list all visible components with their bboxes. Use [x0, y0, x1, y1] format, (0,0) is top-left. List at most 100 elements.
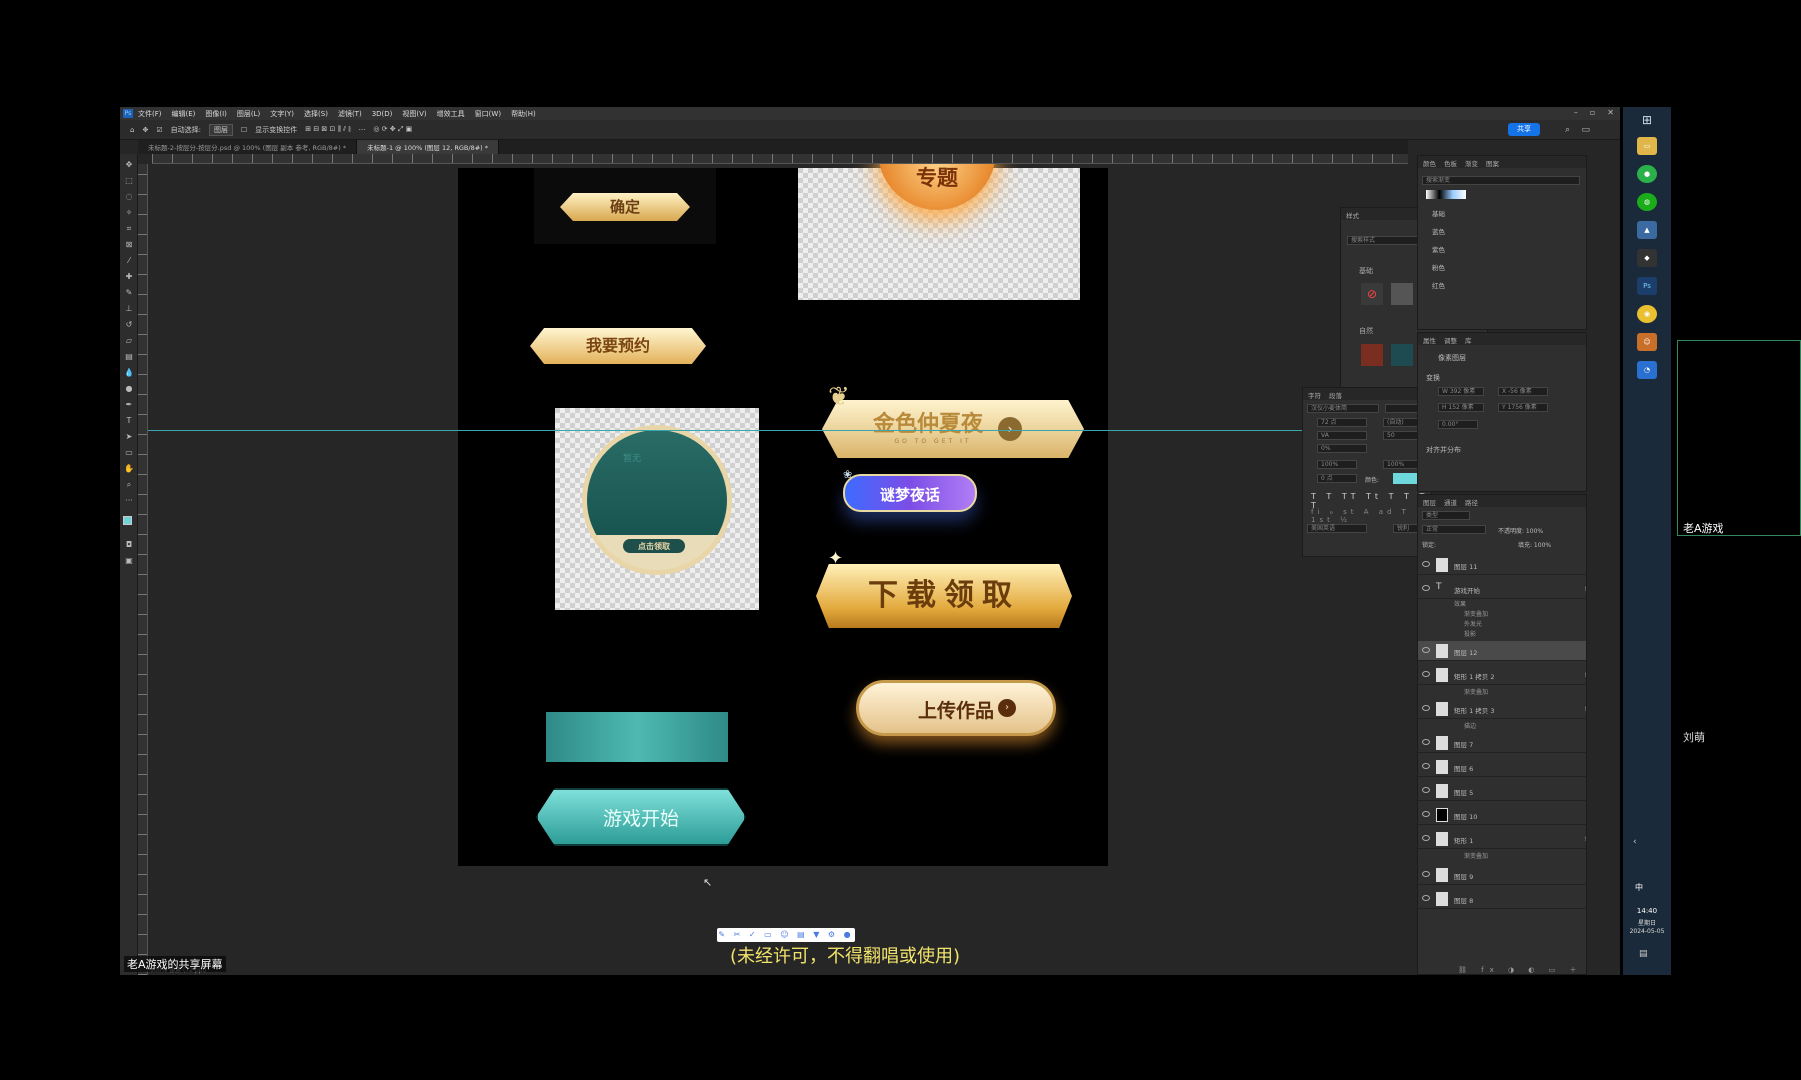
no-style-icon[interactable]: ⊘	[1361, 283, 1383, 305]
screen-mode-icon[interactable]: ▣	[124, 556, 134, 566]
auto-select-checkbox[interactable]: ☑	[156, 126, 162, 134]
ime-indicator[interactable]: 中	[1635, 882, 1643, 893]
eraser-tool-icon[interactable]: ▱	[124, 336, 134, 346]
frame-tool-icon[interactable]: ⊠	[124, 240, 134, 250]
pen-tool-icon[interactable]: ✒	[124, 400, 134, 410]
proportional-input[interactable]: 0%	[1317, 444, 1367, 453]
tab-color[interactable]: 颜色	[1423, 158, 1436, 168]
menu-view[interactable]: 视图(V)	[402, 109, 426, 119]
visibility-eye-icon[interactable]	[1422, 561, 1430, 567]
reserve-button[interactable]: 我要预约	[530, 328, 706, 364]
file-explorer-icon[interactable]: ▭	[1637, 137, 1657, 155]
more-tools-icon[interactable]: ···	[124, 496, 134, 506]
layer-row[interactable]: 矩形 1 拷贝 2fx	[1418, 665, 1586, 685]
layer-row[interactable]: T游戏开始fx	[1418, 579, 1586, 599]
visibility-eye-icon[interactable]	[1422, 763, 1430, 769]
active-app-icon[interactable]: ☺	[1637, 333, 1657, 351]
style-swatch-gray[interactable]	[1391, 283, 1413, 305]
lasso-tool-icon[interactable]: ◌	[124, 192, 134, 202]
visibility-eye-icon[interactable]	[1422, 895, 1430, 901]
crop-tool-icon[interactable]: ⌗	[124, 224, 134, 234]
quick-mask-icon[interactable]: ◘	[124, 540, 134, 550]
visibility-eye-icon[interactable]	[1422, 739, 1430, 745]
path-select-icon[interactable]: ➤	[124, 432, 134, 442]
zoom-tool-icon[interactable]: ⌕	[124, 480, 134, 490]
browser-icon[interactable]: ◉	[1637, 305, 1657, 323]
windows-start-icon[interactable]: ⊞	[1637, 111, 1657, 129]
artboard[interactable]: 确定 专题 我要预约 暂无 点击领取 游戏开始 金色仲夏夜 GO TO GET …	[458, 164, 1108, 866]
tab-layers[interactable]: 图层	[1423, 497, 1436, 507]
photoshop-taskbar-icon[interactable]: Ps	[1637, 277, 1657, 295]
menu-layer[interactable]: 图层(L)	[237, 109, 260, 119]
tab-paragraph[interactable]: 段落	[1329, 390, 1342, 400]
layer-row[interactable]: 矩形 1 拷贝 3fx	[1418, 699, 1586, 719]
app-icon-2[interactable]: ◆	[1637, 249, 1657, 267]
transform-section[interactable]: 变换	[1426, 373, 1440, 383]
layer-row[interactable]: 图层 9	[1418, 865, 1586, 885]
start-game-button[interactable]: 游戏开始	[536, 788, 746, 846]
menu-edit[interactable]: 编辑(E)	[172, 109, 196, 119]
blur-tool-icon[interactable]: 💧	[124, 368, 134, 378]
visibility-eye-icon[interactable]	[1422, 871, 1430, 877]
clock-time[interactable]: 14:40	[1629, 907, 1665, 915]
effect-stroke[interactable]: 描边	[1464, 721, 1476, 730]
visibility-eye-icon[interactable]	[1422, 835, 1430, 841]
marquee-tool-icon[interactable]: ⬚	[124, 176, 134, 186]
more-options-icon[interactable]: ···	[359, 126, 366, 134]
layer-row[interactable]: 图层 6	[1418, 757, 1586, 777]
move-tool-icon[interactable]: ✥	[142, 126, 148, 134]
blend-mode-select[interactable]: 正常	[1422, 525, 1486, 534]
menu-select[interactable]: 选择(S)	[304, 109, 328, 119]
type-tool-icon[interactable]: T	[124, 416, 134, 426]
canvas-area[interactable]: 确定 专题 我要预约 暂无 点击领取 游戏开始 金色仲夏夜 GO TO GET …	[148, 164, 1408, 967]
tab-channels[interactable]: 通道	[1444, 497, 1457, 507]
tab-patterns[interactable]: 图案	[1486, 158, 1499, 168]
align-icons[interactable]: ⊞ ⊟ ⊠ ⊡ ⫼ ⫽ ⫾	[305, 125, 350, 134]
dodge-tool-icon[interactable]: ●	[124, 384, 134, 394]
gold-night-arrow-icon[interactable]: ›	[998, 417, 1022, 441]
app-icon-3[interactable]: ◔	[1637, 361, 1657, 379]
app-icon[interactable]: ▲	[1637, 221, 1657, 239]
angle-input[interactable]: 0.00°	[1438, 420, 1478, 429]
menu-3d[interactable]: 3D(D)	[372, 110, 393, 118]
meeting-toolbar-icons[interactable]: ✎ ✂ ✓ ▭ ☺ ▤ ▼ ⚙ ●	[717, 928, 855, 942]
layer-row[interactable]: 图层 11	[1418, 555, 1586, 575]
visibility-eye-icon[interactable]	[1422, 671, 1430, 677]
baseline-input[interactable]: 0 点	[1317, 474, 1357, 483]
gradient-tool-icon[interactable]: ▤	[124, 352, 134, 362]
height-input[interactable]: H 152 像素	[1438, 403, 1484, 412]
dream-night-button[interactable]: 谜梦夜话	[843, 474, 977, 512]
tab-properties[interactable]: 属性	[1423, 335, 1436, 345]
layer-row-selected[interactable]: 图层 12	[1418, 641, 1586, 661]
styles-group-basic[interactable]: 基础	[1359, 266, 1373, 276]
home-icon[interactable]: ⌂	[130, 126, 134, 134]
folder-basic[interactable]: 基础	[1432, 208, 1445, 218]
opentype-icons[interactable]: fi ℴ st A ad T 1st ½	[1311, 508, 1431, 524]
y-input[interactable]: Y 1756 像素	[1498, 403, 1548, 412]
folder-blue[interactable]: 蓝色	[1432, 226, 1445, 236]
hand-tool-icon[interactable]: ✋	[124, 464, 134, 474]
menu-type[interactable]: 文字(Y)	[270, 109, 294, 119]
menu-image[interactable]: 图像(I)	[205, 109, 227, 119]
language-select[interactable]: 美国英语	[1307, 524, 1367, 533]
fill-input[interactable]: 填充: 100%	[1518, 540, 1551, 549]
folder-red[interactable]: 红色	[1432, 280, 1445, 290]
menu-filter[interactable]: 滤镜(T)	[338, 109, 362, 119]
visibility-eye-icon[interactable]	[1422, 787, 1430, 793]
menu-help[interactable]: 帮助(H)	[511, 109, 536, 119]
layer-select-dropdown[interactable]: 图层	[208, 123, 233, 136]
vertical-scale-input[interactable]: 100%	[1317, 460, 1357, 469]
claim-small-button[interactable]: 点击领取	[623, 539, 685, 553]
layer-row[interactable]: 图层 10	[1418, 805, 1586, 825]
menu-plugins[interactable]: 增效工具	[437, 109, 465, 119]
x-input[interactable]: X -56 像素	[1498, 387, 1548, 396]
shape-tool-icon[interactable]: ▭	[124, 448, 134, 458]
visibility-eye-icon[interactable]	[1422, 811, 1430, 817]
foreground-color-swatch[interactable]	[123, 516, 132, 525]
font-family-select[interactable]: 汉仪小麦体简	[1307, 404, 1379, 413]
wechat-icon[interactable]: ◍	[1637, 193, 1657, 211]
style-swatch-red[interactable]	[1361, 344, 1383, 366]
layer-kind-filter[interactable]: 类型	[1422, 511, 1470, 520]
visibility-eye-icon[interactable]	[1422, 647, 1430, 653]
download-claim-button[interactable]: 下载领取	[816, 564, 1072, 628]
